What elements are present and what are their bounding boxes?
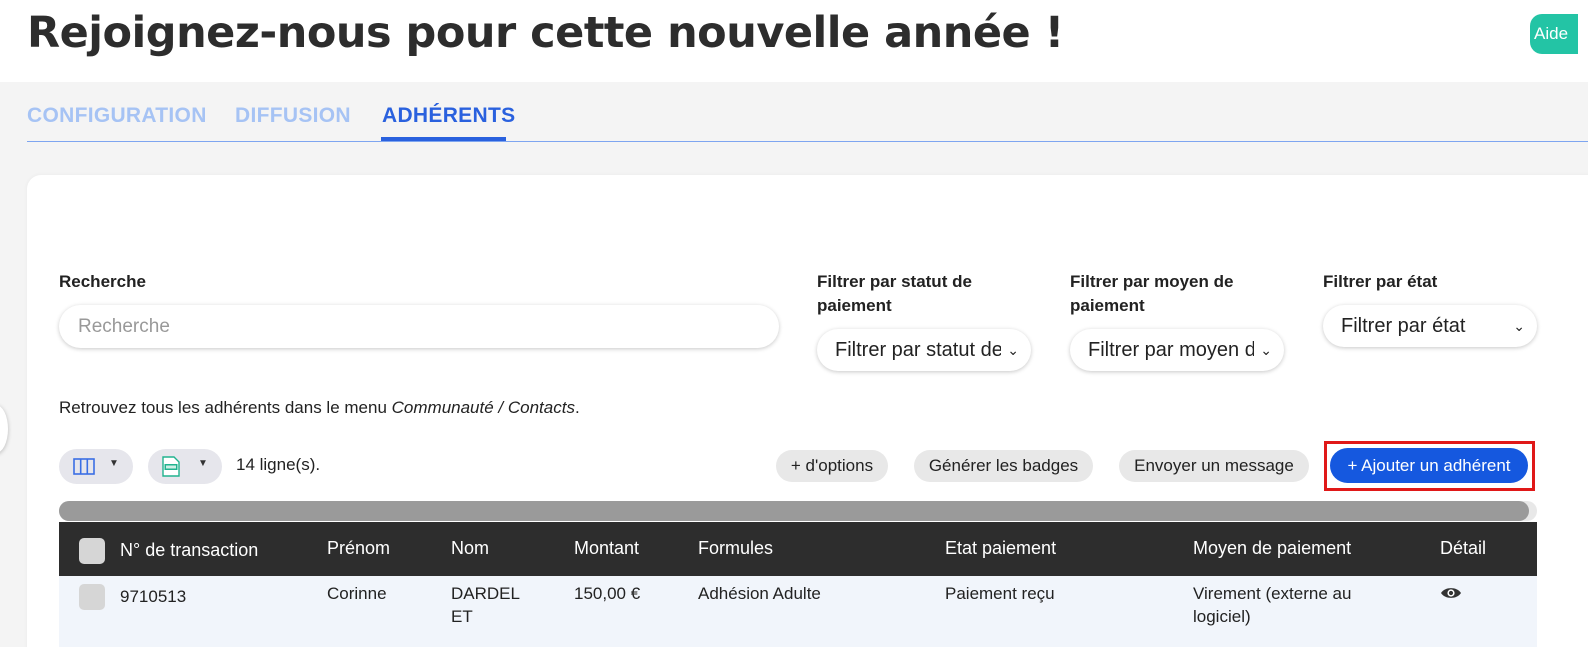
column-header[interactable]: Prénom <box>327 538 390 559</box>
info-text: Retrouvez tous les adhérents dans le men… <box>59 398 580 417</box>
row-checkbox[interactable] <box>79 584 105 610</box>
caret-down-icon: ▼ <box>198 458 208 469</box>
first-name-cell: Corinne <box>327 584 387 603</box>
page-header: Rejoignez-nous pour cette nouvelle année… <box>0 0 1588 82</box>
payment-status-select[interactable]: Filtrer par statut de paiement ⌄ <box>817 329 1031 371</box>
menu-path: Communauté / Contacts <box>391 398 575 417</box>
column-header[interactable]: Nom <box>451 538 489 559</box>
search-label: Recherche <box>59 272 146 291</box>
add-member-button[interactable]: + Ajouter un adhérent <box>1330 448 1528 483</box>
generate-badges-button[interactable]: Générer les badges <box>914 450 1093 482</box>
payment-status-label: Filtrer par statut de paiement <box>817 272 972 315</box>
side-panel-handle[interactable] <box>0 405 8 453</box>
columns-icon <box>73 458 95 475</box>
column-header[interactable]: Moyen de paiement <box>1193 538 1351 559</box>
table-header: N° de transaction Prénom Nom Montant For… <box>59 522 1537 576</box>
chevron-down-icon: ⌄ <box>1007 342 1019 358</box>
table-row[interactable]: 9710513 Corinne DARDELET 150,00 € Adhési… <box>59 576 1537 647</box>
search-input[interactable]: Recherche <box>59 305 779 348</box>
state-label: Filtrer par état <box>1323 272 1438 291</box>
scrollbar-thumb[interactable] <box>59 501 1529 521</box>
column-header[interactable]: Montant <box>574 538 639 559</box>
transaction-cell: 9710513 <box>120 587 187 606</box>
payment-method-cell: Virement (externe au logiciel) <box>1193 584 1352 626</box>
tab-bar: CONFIGURATION DIFFUSION ADHÉRENTS <box>27 100 1588 142</box>
plan-cell: Adhésion Adulte <box>698 584 821 603</box>
chevron-down-icon: ⌄ <box>1260 342 1272 358</box>
chevron-down-icon: ⌄ <box>1513 318 1525 334</box>
export-button[interactable]: ▼ <box>148 449 222 484</box>
last-name-cell: DARDELET <box>451 584 520 626</box>
tab-diffusion[interactable]: DIFFUSION <box>235 104 351 128</box>
state-select[interactable]: Filtrer par état ⌄ <box>1323 305 1537 347</box>
payment-state-cell: Paiement reçu <box>945 584 1055 603</box>
select-all-checkbox[interactable] <box>79 538 105 564</box>
help-button[interactable]: Aide <box>1530 14 1578 54</box>
column-header[interactable]: N° de transaction <box>120 540 258 561</box>
amount-cell: 150,00 € <box>574 584 641 603</box>
payment-method-label: Filtrer par moyen de paiement <box>1070 272 1234 315</box>
page-title: Rejoignez-nous pour cette nouvelle année… <box>27 8 1064 58</box>
active-tab-indicator <box>381 137 506 141</box>
row-count: 14 ligne(s). <box>236 455 321 474</box>
tab-adherents[interactable]: ADHÉRENTS <box>382 104 515 128</box>
eye-icon[interactable] <box>1440 586 1462 600</box>
tab-configuration[interactable]: CONFIGURATION <box>27 104 207 128</box>
more-options-button[interactable]: + d'options <box>776 450 888 482</box>
column-header[interactable]: Détail <box>1440 538 1486 559</box>
column-header[interactable]: Etat paiement <box>945 538 1056 559</box>
caret-down-icon: ▼ <box>109 458 119 469</box>
xlsx-file-icon <box>162 456 180 477</box>
columns-toggle-button[interactable]: ▼ <box>59 449 133 484</box>
column-header[interactable]: Formules <box>698 538 773 559</box>
payment-method-select[interactable]: Filtrer par moyen de paiement ⌄ <box>1070 329 1284 371</box>
horizontal-scrollbar[interactable] <box>59 501 1537 521</box>
send-message-button[interactable]: Envoyer un message <box>1119 450 1309 482</box>
